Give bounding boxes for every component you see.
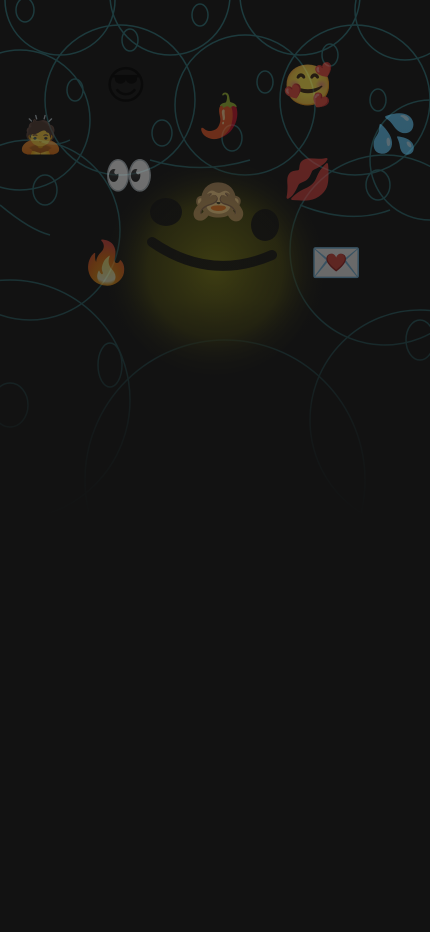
- sunglasses-face-icon: 😎: [105, 63, 147, 109]
- background-pattern: [0, 0, 430, 520]
- eyes-icon: 👀: [104, 153, 154, 199]
- app-screen: 😎 🌶️ 🥰 💦 🙇 👀 🙈 💋 🔥 💌: [0, 0, 430, 932]
- fire-icon: 🔥: [80, 238, 133, 287]
- lips-icon: 💋: [283, 157, 333, 203]
- sweat-droplets-icon: 💦: [370, 112, 418, 156]
- person-bowing-icon: 🙇: [18, 115, 63, 156]
- love-letter-icon: 💌: [310, 238, 363, 287]
- smiling-hearts-face-icon: 🥰: [283, 63, 333, 109]
- see-no-evil-monkey-icon: 🙈: [191, 176, 246, 227]
